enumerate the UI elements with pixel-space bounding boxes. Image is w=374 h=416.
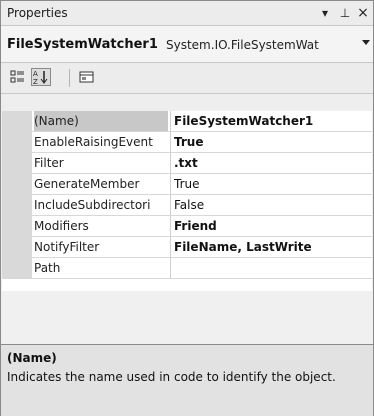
property-value[interactable]: FileName, LastWrite: [174, 237, 370, 257]
alphabetical-button[interactable]: A Z: [31, 68, 51, 86]
svg-text:A: A: [33, 70, 38, 78]
property-name: NotifyFilter: [34, 240, 100, 254]
description-pane: (Name) Indicates the name used in code t…: [1, 344, 373, 416]
alphabetical-icon: A Z: [33, 70, 48, 86]
property-name: EnableRaisingEvent: [34, 135, 153, 149]
property-value[interactable]: Friend: [174, 216, 370, 236]
property-value[interactable]: False: [174, 195, 370, 215]
property-value[interactable]: FileSystemWatcher1: [174, 111, 370, 131]
property-grid-empty-area: [2, 291, 372, 344]
property-row-generatemember[interactable]: GenerateMember True: [2, 174, 372, 195]
properties-panel: Properties ▾ ⊥ × FileSystemWatcher1 Syst…: [0, 0, 374, 416]
toolbar-separator: [69, 69, 70, 87]
property-row-modifiers[interactable]: Modifiers Friend: [2, 216, 372, 237]
property-row-name[interactable]: (Name) FileSystemWatcher1: [2, 111, 372, 132]
property-pages-button[interactable]: [77, 68, 97, 86]
property-row-filter[interactable]: Filter .txt: [2, 153, 372, 174]
close-button[interactable]: ×: [355, 4, 371, 22]
property-value[interactable]: [174, 258, 370, 278]
property-value[interactable]: True: [174, 174, 370, 194]
property-name: (Name): [34, 111, 168, 131]
object-selector[interactable]: FileSystemWatcher1 System.IO.FileSystemW…: [1, 26, 373, 63]
property-name: Path: [34, 261, 61, 275]
window-title: Properties: [7, 6, 68, 20]
property-name: GenerateMember: [34, 177, 140, 191]
selected-object-type: System.IO.FileSystemWat: [166, 38, 319, 52]
property-row-path[interactable]: Path: [2, 258, 372, 279]
property-name: Filter: [34, 156, 64, 170]
properties-toolbar: A Z: [1, 63, 373, 94]
property-value[interactable]: .txt: [174, 153, 370, 173]
property-value[interactable]: True: [174, 132, 370, 152]
categorized-icon: [10, 70, 24, 83]
property-pages-icon: [79, 71, 94, 83]
property-row-includesubdirectories[interactable]: IncludeSubdirectori False: [2, 195, 372, 216]
description-text: Indicates the name used in code to ident…: [7, 370, 336, 384]
property-row-notifyfilter[interactable]: NotifyFilter FileName, LastWrite: [2, 237, 372, 258]
auto-hide-pin-button[interactable]: ⊥: [337, 4, 353, 22]
property-name: IncludeSubdirectori: [34, 198, 151, 212]
svg-text:Z: Z: [33, 78, 38, 85]
description-title: (Name): [7, 351, 57, 365]
selected-object-name: FileSystemWatcher1: [7, 37, 158, 52]
title-bar: Properties ▾ ⊥ ×: [1, 1, 373, 26]
property-name: Modifiers: [34, 219, 89, 233]
window-position-dropdown-button[interactable]: ▾: [317, 4, 333, 22]
property-grid: (Name) FileSystemWatcher1 EnableRaisingE…: [2, 111, 372, 291]
categorized-button[interactable]: [8, 68, 28, 86]
chevron-down-icon[interactable]: [362, 40, 370, 45]
property-row-enableraisingevents[interactable]: EnableRaisingEvent True: [2, 132, 372, 153]
